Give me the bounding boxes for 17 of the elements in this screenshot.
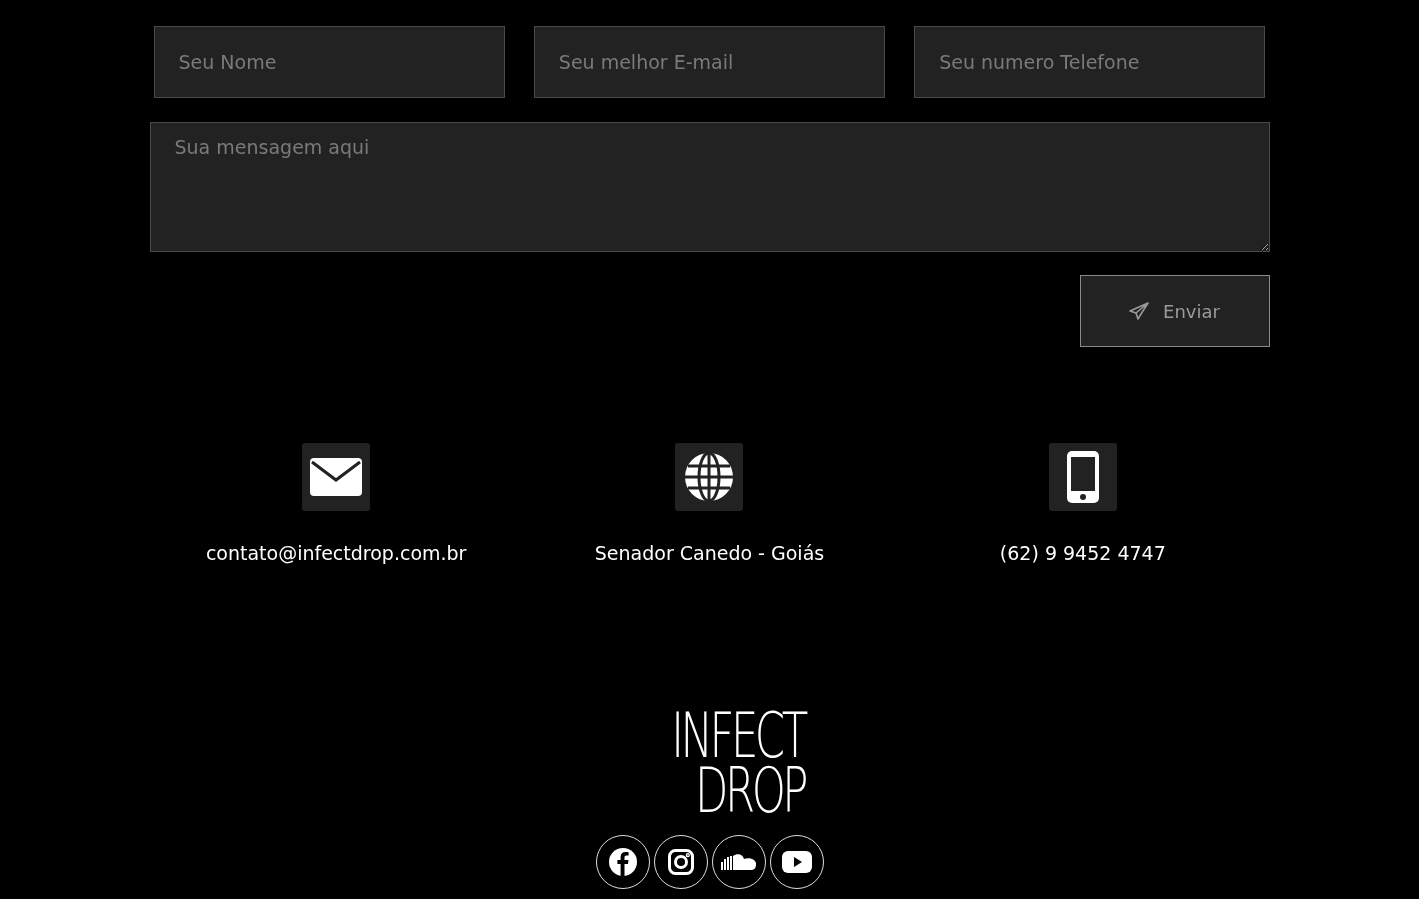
youtube-icon <box>781 851 812 874</box>
text-field[interactable]: Seu numero Telefone <box>914 26 1266 98</box>
message-field[interactable]: Sua mensagem aqui <box>149 122 1270 252</box>
envelope-icon <box>310 458 363 496</box>
instagram-icon <box>667 849 694 876</box>
facebook-icon <box>608 848 637 877</box>
send-button[interactable]: Enviar <box>1079 275 1270 347</box>
paper-plane-icon <box>1129 302 1150 320</box>
text-field[interactable]: Seu melhor E-mail <box>533 26 886 98</box>
contact-text: Senador Canedo - Goiás <box>594 541 825 566</box>
soundcloud-icon <box>720 853 757 872</box>
logo: INFECT DROP <box>670 707 805 820</box>
smartphone-icon <box>1066 451 1099 503</box>
contact-text: (62) 9 9452 4747 <box>999 541 1166 566</box>
globe-icon <box>684 452 735 502</box>
contact-text: contato@infectdrop.com.br <box>205 541 467 566</box>
text-field[interactable]: Seu Nome <box>153 26 505 98</box>
